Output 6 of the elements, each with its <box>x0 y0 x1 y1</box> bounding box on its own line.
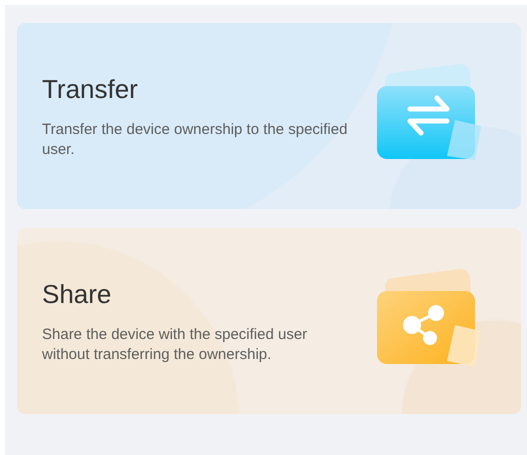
card-title: Transfer <box>42 74 139 104</box>
card-description: Transfer the device ownership to the specified user. <box>42 120 348 160</box>
card-title: Share <box>42 279 112 309</box>
card-description: Share the device with the specified user without transferring the ownership. <box>42 325 308 365</box>
option-card[interactable]: Transfer Transfer the device ownership to the specified user. <box>17 23 521 209</box>
option-card[interactable]: Share Share the device with the specified user without transferring the ownership. <box>17 228 521 414</box>
